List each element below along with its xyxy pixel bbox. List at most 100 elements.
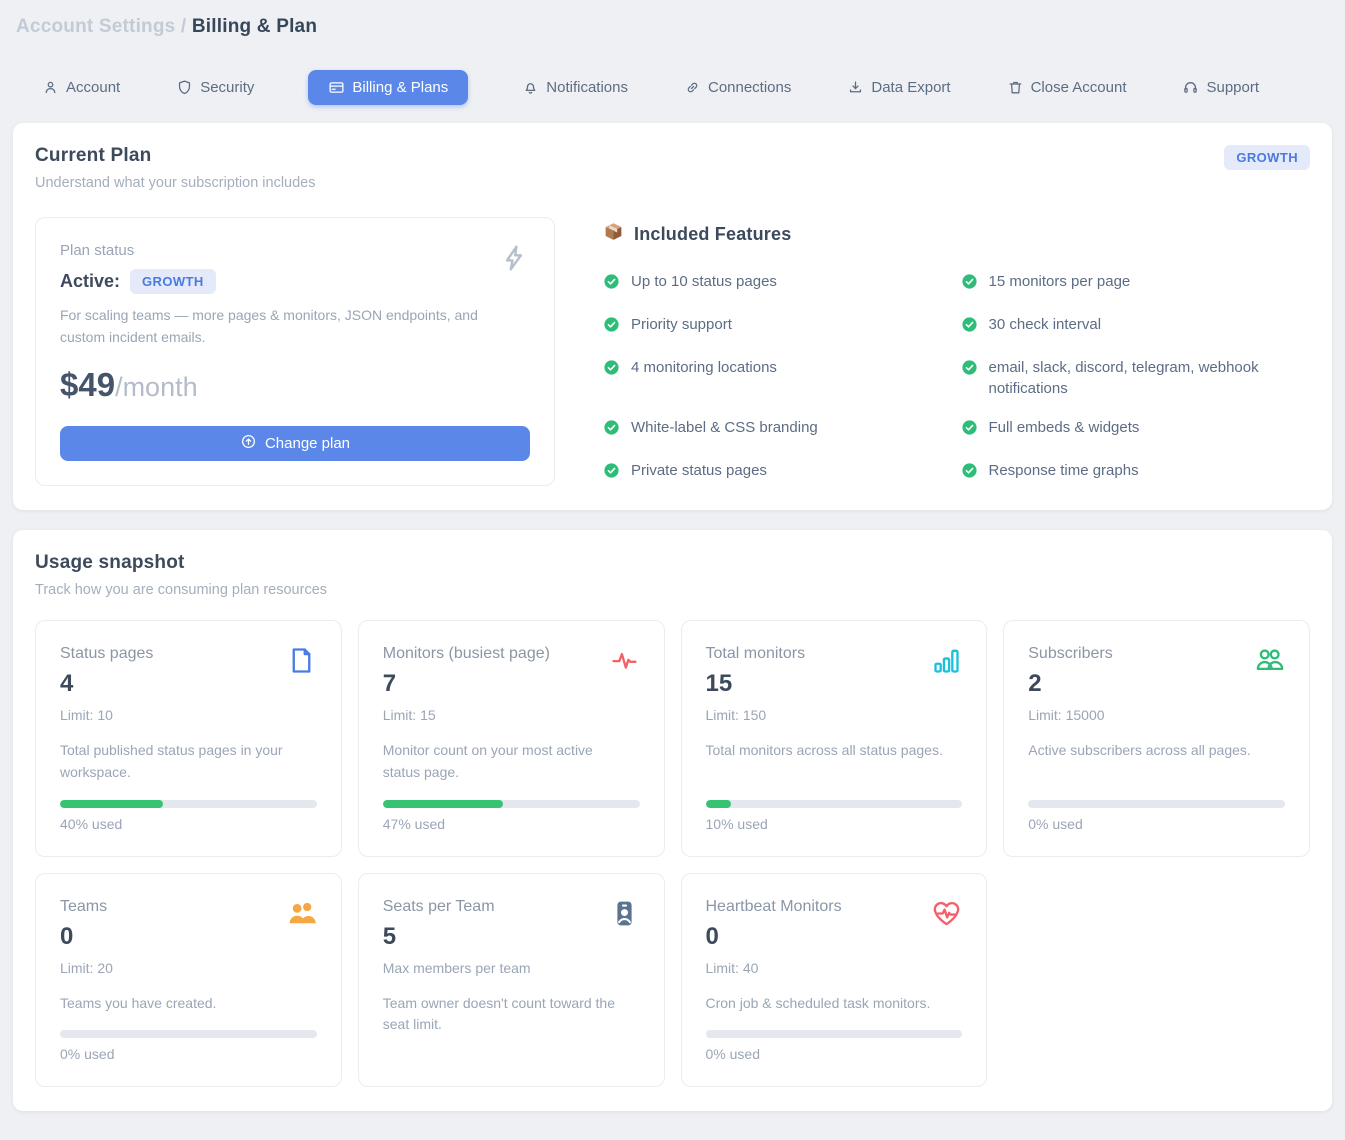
feature-item: 30 check interval	[961, 314, 1311, 340]
usage-card-status-pages: Status pages4Limit: 10Total published st…	[35, 620, 342, 856]
usage-card-value: 2	[1028, 670, 1112, 698]
usage-card-description: Monitor count on your most active status…	[383, 740, 623, 783]
tab-label: Connections	[708, 79, 791, 96]
progress-fill	[706, 800, 732, 808]
tab-account[interactable]: Account	[40, 70, 122, 105]
progress-track	[60, 800, 317, 808]
tab-billing-plans[interactable]: Billing & Plans	[308, 70, 468, 105]
usage-progress: 0% used	[1028, 784, 1285, 832]
arrow-up-circle-icon	[240, 433, 257, 454]
usage-percent-label: 47% used	[383, 816, 640, 832]
usage-subtitle: Track how you are consuming plan resourc…	[35, 582, 327, 598]
plan-price-line: $49/month	[60, 366, 530, 404]
tab-label: Support	[1206, 79, 1259, 96]
usage-progress: 10% used	[706, 784, 963, 832]
tab-label: Data Export	[871, 79, 950, 96]
plan-status-label: Plan status	[60, 242, 530, 259]
usage-card-description: Cron job & scheduled task monitors.	[706, 993, 946, 1015]
card-icon	[328, 79, 345, 96]
tab-support[interactable]: Support	[1180, 70, 1261, 105]
feature-label: Response time graphs	[989, 460, 1139, 482]
usage-grid: Status pages4Limit: 10Total published st…	[35, 620, 1310, 1087]
tab-connections[interactable]: Connections	[682, 70, 793, 105]
feature-label: White-label & CSS branding	[631, 417, 818, 439]
breadcrumb-section[interactable]: Account Settings /	[16, 16, 192, 37]
usage-progress: 0% used	[706, 1014, 963, 1062]
usage-card-total-monitors: Total monitors15Limit: 150Total monitors…	[681, 620, 988, 856]
usage-card-subscribers: Subscribers2Limit: 15000Active subscribe…	[1003, 620, 1310, 856]
included-features-title: Included Features	[634, 224, 791, 245]
id-badge-icon	[609, 898, 640, 934]
feature-item: Full embeds & widgets	[961, 417, 1311, 443]
plan-period: /month	[115, 372, 198, 402]
feature-label: Full embeds & widgets	[989, 417, 1140, 439]
feature-item: Private status pages	[603, 460, 953, 486]
plan-active-text: Active:	[60, 271, 120, 292]
usage-snapshot-panel: Usage snapshot Track how you are consumi…	[13, 530, 1332, 1111]
usage-progress: 47% used	[383, 784, 640, 832]
progress-track	[706, 1030, 963, 1038]
current-plan-title: Current Plan	[35, 145, 315, 167]
usage-card-seats-per-team: Seats per Team5Max members per teamTeam …	[358, 873, 665, 1088]
breadcrumb: Account Settings / Billing & Plan	[13, 12, 1332, 38]
usage-card-heartbeat-monitors: Heartbeat Monitors0Limit: 40Cron job & s…	[681, 873, 988, 1088]
current-plan-subtitle: Understand what your subscription includ…	[35, 175, 315, 191]
usage-card-value: 0	[706, 923, 842, 951]
feature-item: Priority support	[603, 314, 953, 340]
usage-progress: 40% used	[60, 784, 317, 832]
feature-item: 15 monitors per page	[961, 271, 1311, 297]
settings-tabbar: Account Security Billing & Plans Notificati…	[40, 70, 1332, 105]
usage-card-value: 0	[60, 923, 113, 951]
progress-track	[60, 1030, 317, 1038]
usage-card-limit: Limit: 20	[60, 960, 113, 976]
check-circle-icon	[603, 271, 620, 297]
current-plan-header: Current Plan Understand what your subscr…	[35, 145, 1310, 191]
usage-progress: 0% used	[60, 1014, 317, 1062]
feature-label: Private status pages	[631, 460, 767, 482]
usage-percent-label: 0% used	[706, 1046, 963, 1062]
tab-label: Close Account	[1031, 79, 1127, 96]
feature-label: 30 check interval	[989, 314, 1102, 336]
usage-card-description: Total published status pages in your wor…	[60, 740, 300, 783]
feature-label: Up to 10 status pages	[631, 271, 777, 293]
check-circle-icon	[603, 417, 620, 443]
usage-card-limit: Limit: 150	[706, 707, 806, 723]
download-icon	[847, 79, 864, 96]
check-circle-icon	[961, 417, 978, 443]
pulse-icon	[609, 645, 640, 681]
features-grid: Up to 10 status pages 15 monitors per pag…	[603, 271, 1310, 486]
usage-card-title: Subscribers	[1028, 645, 1112, 663]
bell-icon	[522, 79, 539, 96]
check-circle-icon	[961, 314, 978, 340]
heart-pulse-icon	[931, 898, 962, 934]
usage-card-teams: Teams0Limit: 20Teams you have created.0%…	[35, 873, 342, 1088]
progress-track	[383, 800, 640, 808]
feature-label: 4 monitoring locations	[631, 357, 777, 379]
tab-close-account[interactable]: Close Account	[1005, 70, 1129, 105]
progress-track	[706, 800, 963, 808]
tab-label: Billing & Plans	[352, 79, 448, 96]
progress-track	[1028, 800, 1285, 808]
current-plan-panel: Current Plan Understand what your subscr…	[13, 123, 1332, 510]
usage-percent-label: 0% used	[1028, 816, 1285, 832]
included-features: Included Features Up to 10 status pages 1…	[603, 217, 1310, 486]
tab-data-export[interactable]: Data Export	[845, 70, 952, 105]
check-circle-icon	[961, 271, 978, 297]
feature-item: Response time graphs	[961, 460, 1311, 486]
bar-chart-icon	[931, 645, 962, 681]
usage-card-description: Teams you have created.	[60, 993, 300, 1015]
tab-label: Security	[200, 79, 254, 96]
users-filled-icon	[286, 898, 317, 934]
feature-item: 4 monitoring locations	[603, 357, 953, 401]
feature-item: Up to 10 status pages	[603, 271, 953, 297]
usage-card-limit: Limit: 10	[60, 707, 153, 723]
tab-security[interactable]: Security	[174, 70, 256, 105]
usage-card-value: 5	[383, 923, 531, 951]
usage-card-monitors-busiest-page: Monitors (busiest page)7Limit: 15Monitor…	[358, 620, 665, 856]
plan-active-badge: GROWTH	[130, 269, 216, 294]
tab-notifications[interactable]: Notifications	[520, 70, 630, 105]
headset-icon	[1182, 79, 1199, 96]
check-circle-icon	[603, 357, 620, 383]
change-plan-button[interactable]: Change plan	[60, 426, 530, 461]
progress-fill	[60, 800, 163, 808]
